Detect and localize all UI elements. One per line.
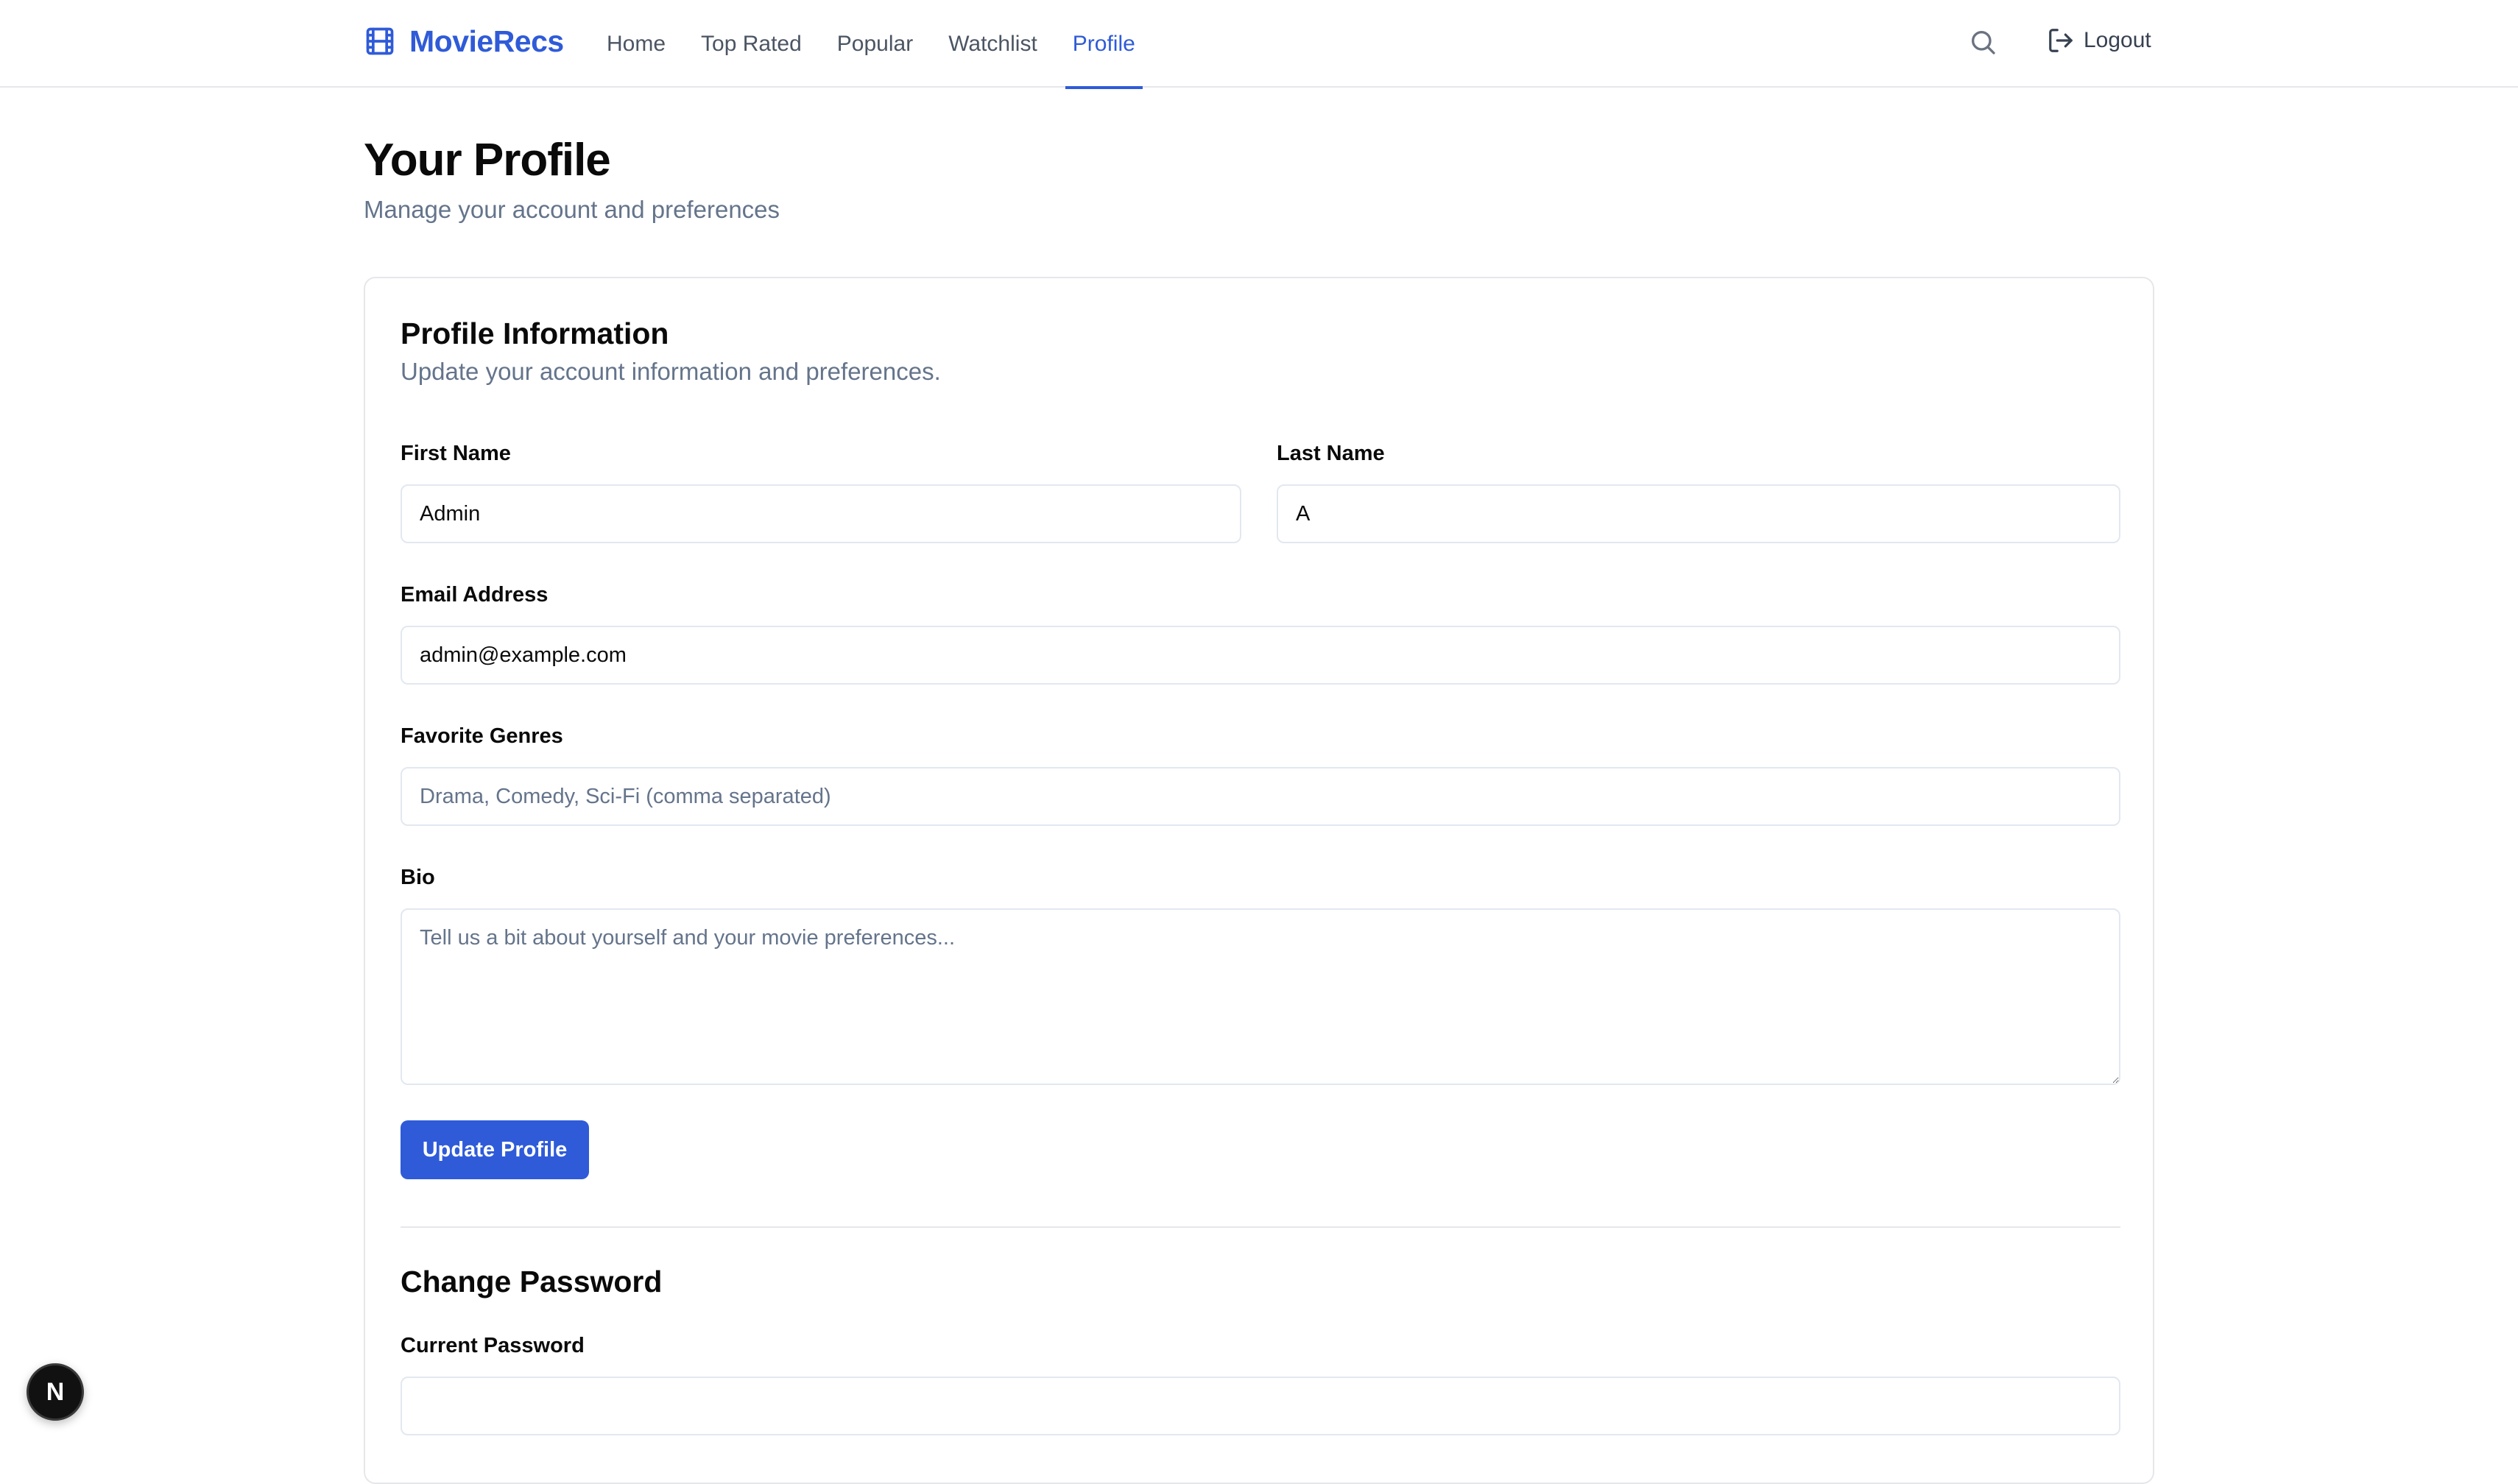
last-name-input[interactable] [1277,484,2120,543]
brand-logo-link[interactable]: MovieRecs [364,21,564,62]
nav-top-rated[interactable]: Top Rated [683,0,819,88]
nav-home[interactable]: Home [589,0,683,88]
nav-popular[interactable]: Popular [819,0,931,88]
search-button[interactable] [1964,24,2001,60]
favorite-genres-input[interactable] [401,767,2120,826]
section-divider [401,1226,2120,1228]
card-subtitle: Update your account information and pref… [401,358,941,385]
nav-profile[interactable]: Profile [1055,0,1153,89]
page-subtitle: Manage your account and preferences [364,196,780,223]
current-password-label: Current Password [401,1334,585,1357]
change-password-title: Change Password [401,1265,663,1298]
last-name-label: Last Name [1277,442,1385,465]
current-password-input[interactable] [401,1377,2120,1435]
main-nav: Home Top Rated Popular Watchlist Profile [589,0,1153,89]
nav-watchlist[interactable]: Watchlist [931,0,1055,88]
logout-label: Logout [2084,28,2151,52]
favorite-genres-label: Favorite Genres [401,724,563,748]
top-navigation-bar: MovieRecs Home Top Rated Popular Watchli… [0,0,2518,89]
bio-label: Bio [401,866,435,889]
bio-textarea[interactable] [401,908,2120,1085]
brand-name: MovieRecs [409,24,564,58]
first-name-label: First Name [401,442,511,465]
profile-card: Profile Information Update your account … [364,277,2154,1484]
logout-button[interactable]: Logout [2047,22,2151,59]
page-title: Your Profile [364,135,611,186]
film-icon [364,25,396,57]
card-title: Profile Information [401,317,669,350]
logout-icon [2049,29,2073,52]
update-profile-button[interactable]: Update Profile [401,1120,589,1179]
search-icon [1972,31,1995,54]
email-input[interactable] [401,626,2120,685]
dev-tools-badge[interactable]: N [27,1363,84,1421]
first-name-input[interactable] [401,484,1241,543]
email-label: Email Address [401,583,549,607]
